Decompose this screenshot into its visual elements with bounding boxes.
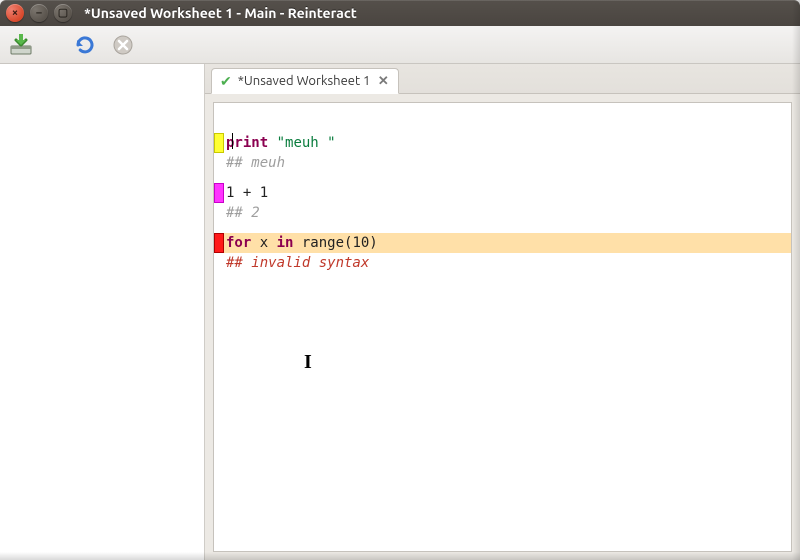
- status-gutter: [214, 203, 224, 223]
- window-maximize-button[interactable]: ▢: [54, 4, 72, 22]
- tab-close-button[interactable]: ✕: [376, 74, 390, 88]
- code-line[interactable]: for x in range(10): [214, 233, 791, 253]
- error-text: ## invalid syntax: [224, 253, 791, 273]
- output-line: ## meuh: [214, 153, 791, 173]
- editor[interactable]: print "meuh " ## meuh 1 + 1 ## 2: [213, 102, 792, 552]
- output-line: ## 2: [214, 203, 791, 223]
- code-line[interactable]: 1 + 1: [214, 183, 791, 203]
- editor-wrap: print "meuh " ## meuh 1 + 1 ## 2: [205, 94, 800, 560]
- output-text: ## 2: [224, 203, 791, 223]
- save-button[interactable]: [8, 32, 34, 58]
- tabstrip: ✔ *Unsaved Worksheet 1 ✕: [205, 64, 800, 94]
- code-text: 1 + 1: [224, 183, 791, 203]
- stop-icon: [112, 34, 134, 56]
- tab-label: *Unsaved Worksheet 1: [238, 74, 371, 88]
- refresh-icon: [74, 34, 96, 56]
- text-cursor-icon: I: [304, 351, 312, 374]
- window-close-button[interactable]: ×: [6, 4, 24, 22]
- output-text: ## meuh: [224, 153, 791, 173]
- code-text: for x in range(10): [224, 233, 791, 253]
- max-glyph: ▢: [58, 8, 68, 19]
- sidebar: [0, 64, 205, 560]
- code-text: print "meuh ": [224, 133, 791, 153]
- code-line[interactable]: print "meuh ": [214, 133, 791, 153]
- code-block: print "meuh " ## meuh 1 + 1 ## 2: [214, 103, 791, 273]
- stop-button[interactable]: [110, 32, 136, 58]
- close-icon: ✕: [378, 74, 389, 89]
- tab-worksheet-1[interactable]: ✔ *Unsaved Worksheet 1 ✕: [211, 68, 399, 94]
- status-gutter: [214, 183, 224, 203]
- toolbar: [0, 26, 800, 64]
- window-title: *Unsaved Worksheet 1 - Main - Reinteract: [84, 5, 357, 21]
- check-icon: ✔: [220, 74, 232, 88]
- status-gutter: [214, 133, 224, 153]
- window-minimize-button[interactable]: –: [30, 4, 48, 22]
- close-glyph: ×: [12, 8, 18, 19]
- status-gutter: [214, 153, 224, 173]
- save-icon: [8, 34, 34, 56]
- status-gutter: [214, 233, 224, 253]
- titlebar: × – ▢ *Unsaved Worksheet 1 - Main - Rein…: [0, 0, 800, 26]
- editor-caret: [232, 133, 233, 149]
- status-gutter: [214, 253, 224, 273]
- min-glyph: –: [36, 8, 42, 19]
- output-line: ## invalid syntax: [214, 253, 791, 273]
- content: ✔ *Unsaved Worksheet 1 ✕ print "meuh " #…: [205, 64, 800, 560]
- refresh-button[interactable]: [72, 32, 98, 58]
- main: ✔ *Unsaved Worksheet 1 ✕ print "meuh " #…: [0, 64, 800, 560]
